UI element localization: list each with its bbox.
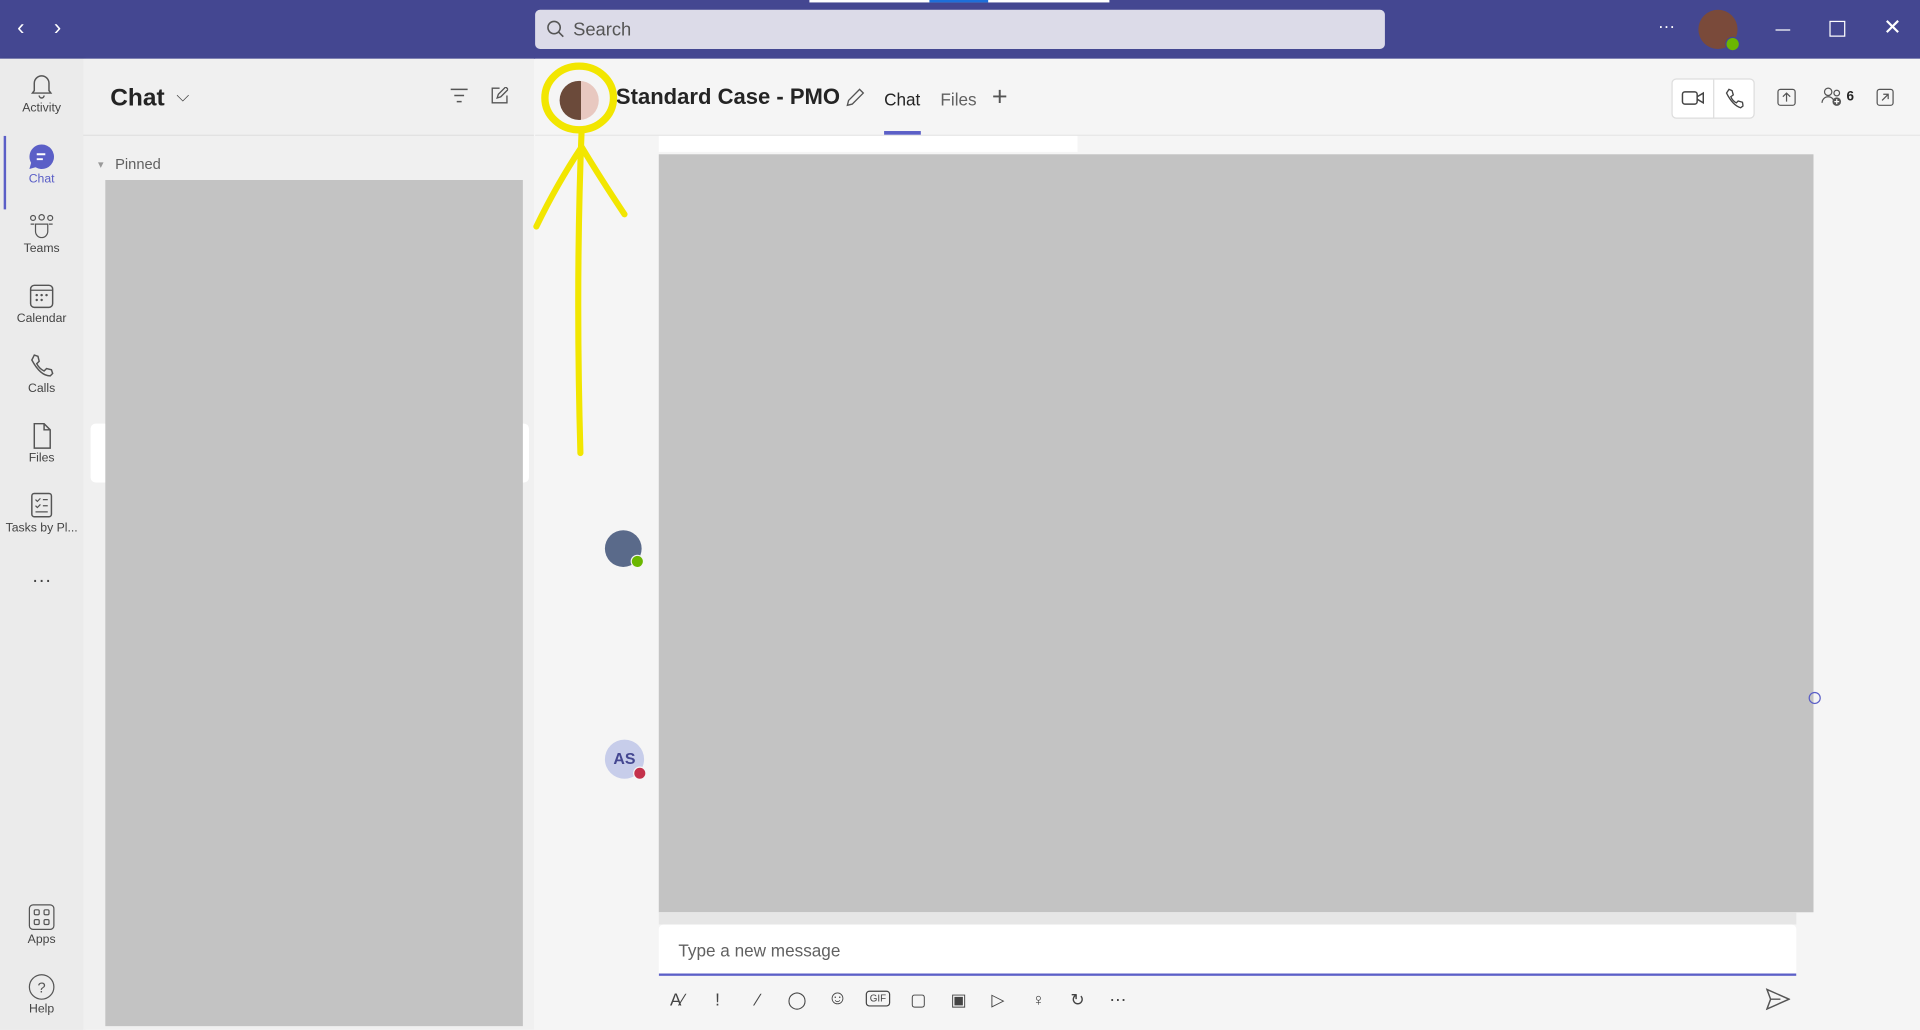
schedule-meeting-icon[interactable]: ▣ — [945, 986, 972, 1013]
attach-icon[interactable]: ∕ — [744, 986, 771, 1013]
redacted-chat-list — [105, 180, 523, 1027]
rail-item-help[interactable]: ? Help — [0, 973, 83, 1016]
pinned-section-label[interactable]: Pinned — [115, 156, 161, 173]
call-buttons-group — [1671, 78, 1755, 119]
apps-icon — [28, 904, 55, 931]
share-screen-icon[interactable] — [1777, 88, 1797, 106]
participants-icon[interactable] — [1821, 86, 1843, 108]
message-card-fragment — [658, 135, 1078, 152]
participants-count: 6 — [1846, 89, 1855, 105]
calendar-icon — [29, 284, 54, 309]
forward-icon[interactable]: › — [54, 15, 61, 41]
tab-files[interactable]: Files — [940, 89, 976, 109]
restore-icon[interactable] — [1829, 20, 1846, 37]
add-tab-icon[interactable]: + — [992, 81, 1008, 113]
help-icon: ? — [28, 974, 55, 1000]
rail-item-teams[interactable]: Teams — [0, 213, 83, 256]
search-placeholder: Search — [573, 18, 632, 40]
more-actions-icon[interactable]: ⋯ — [1104, 986, 1131, 1013]
tasks-icon — [31, 492, 53, 518]
rail-item-apps[interactable]: Apps — [0, 904, 83, 947]
loop-icon[interactable]: ◯ — [784, 986, 811, 1013]
new-chat-icon[interactable] — [491, 86, 509, 104]
chat-list-pane: Chat ⌵ ▾ Pinned — [83, 58, 534, 1030]
teams-icon — [30, 214, 54, 239]
read-receipt-icon — [1808, 691, 1821, 705]
window-indicator — [809, 0, 1110, 3]
phone-icon — [31, 354, 54, 377]
sender-avatar[interactable] — [604, 530, 645, 569]
rail-item-files[interactable]: Files — [0, 422, 83, 465]
emoji-icon[interactable]: ☺ — [824, 986, 851, 1013]
praise-icon[interactable]: ♀ — [1025, 986, 1052, 1013]
redacted-messages — [658, 154, 1814, 913]
chat-list-title: Chat — [110, 84, 165, 112]
caret-down-icon[interactable]: ▾ — [98, 158, 104, 171]
more-options-icon[interactable]: ··· — [1658, 16, 1675, 36]
message-card-fragment — [658, 912, 1797, 925]
rail-item-activity[interactable]: Activity — [0, 72, 83, 115]
chat-list-header: Chat ⌵ — [83, 59, 534, 136]
tab-chat[interactable]: Chat — [884, 89, 920, 109]
chat-icon — [29, 144, 55, 169]
sender-avatar-initials[interactable]: AS — [604, 739, 647, 781]
bell-icon — [30, 75, 53, 99]
rail-item-tasks[interactable]: Tasks by Pl... — [0, 492, 83, 535]
rail-item-calls[interactable]: Calls — [0, 353, 83, 396]
important-icon[interactable]: ! — [704, 986, 731, 1013]
edit-pencil-icon[interactable] — [845, 88, 865, 108]
back-icon[interactable]: ‹ — [17, 15, 24, 41]
conversation-header: Standard Case - PMO Chat Files + 6 — [535, 58, 1920, 136]
more-apps-icon[interactable]: ··· — [0, 571, 83, 593]
chevron-down-icon[interactable]: ⌵ — [176, 86, 189, 107]
loop-refresh-icon[interactable]: ↻ — [1064, 986, 1091, 1013]
rail-item-chat[interactable]: Chat — [0, 143, 83, 186]
stream-icon[interactable]: ▷ — [984, 986, 1011, 1013]
minimize-icon[interactable] — [1775, 29, 1791, 31]
rail-item-calendar[interactable]: Calendar — [0, 283, 83, 326]
user-avatar[interactable] — [1698, 9, 1741, 52]
yellow-annotation-circle-arrow — [533, 62, 628, 457]
search-icon — [547, 20, 564, 38]
app-rail: Activity Chat Teams Calendar Calls Files… — [0, 58, 84, 1030]
active-tab-indicator — [884, 131, 921, 135]
send-icon[interactable] — [1765, 988, 1791, 1011]
conversation-title: Standard Case - PMO — [615, 84, 841, 109]
filter-icon[interactable] — [450, 88, 468, 103]
video-call-icon[interactable] — [1681, 89, 1705, 106]
search-input[interactable]: Search — [535, 9, 1385, 49]
pop-out-icon[interactable] — [1876, 88, 1894, 106]
format-icon[interactable]: A∕ — [664, 986, 691, 1013]
close-icon[interactable]: ✕ — [1883, 15, 1901, 41]
svg-text:?: ? — [38, 980, 46, 996]
sticker-icon[interactable]: ▢ — [905, 986, 932, 1013]
message-compose-input[interactable]: Type a new message — [658, 924, 1797, 976]
status-available-icon — [630, 554, 645, 569]
status-busy-icon — [633, 766, 647, 781]
gif-icon[interactable]: GIF — [864, 986, 891, 1013]
file-icon — [33, 422, 51, 449]
compose-placeholder: Type a new message — [678, 940, 841, 961]
status-available-icon — [1725, 36, 1741, 52]
audio-call-icon[interactable] — [1724, 88, 1744, 109]
